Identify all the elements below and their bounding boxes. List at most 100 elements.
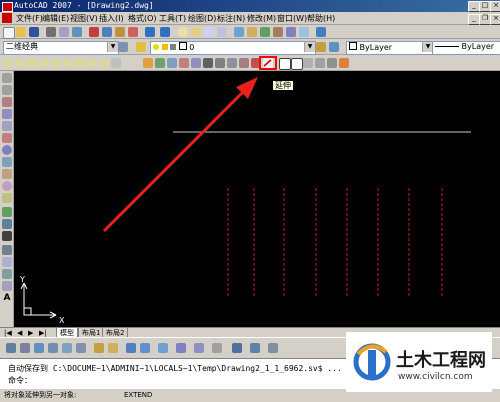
pan-icon[interactable] <box>178 27 188 37</box>
tab-first-arrow-icon[interactable]: |◀ <box>4 329 12 337</box>
close-button[interactable]: × <box>490 1 500 12</box>
dimension-arc-icon[interactable] <box>34 343 44 353</box>
tab-prev-arrow-icon[interactable]: ◀ <box>17 329 22 337</box>
zoom-out-icon[interactable] <box>75 58 85 68</box>
table-icon[interactable] <box>2 281 12 291</box>
zoom-window-icon[interactable] <box>204 27 214 37</box>
menu-draw[interactable]: 绘图(D) <box>188 13 216 24</box>
construction-line-icon[interactable] <box>2 85 12 95</box>
copy-icon[interactable] <box>155 58 165 68</box>
layer-dropdown[interactable]: 0 ▼ <box>150 41 316 55</box>
zoom-previous-icon[interactable] <box>217 27 227 37</box>
markup-icon[interactable] <box>286 27 296 37</box>
preview-icon[interactable] <box>59 27 69 37</box>
scale-icon[interactable] <box>227 58 237 68</box>
make-current-layer-icon[interactable] <box>316 42 326 52</box>
multiline-text-icon[interactable]: A <box>2 293 12 303</box>
move-icon[interactable] <box>203 58 213 68</box>
copy-clip-icon[interactable] <box>102 27 112 37</box>
zoom-center-icon[interactable] <box>39 58 49 68</box>
menu-insert[interactable]: 插入(I) <box>99 13 124 24</box>
erase-icon[interactable] <box>143 58 153 68</box>
dimension-style-control-icon[interactable] <box>268 343 278 353</box>
workspace-settings-icon[interactable] <box>118 42 128 52</box>
menu-help[interactable]: 帮助(H) <box>307 13 335 24</box>
rectangle-icon[interactable] <box>2 121 12 131</box>
cut-icon[interactable] <box>89 27 99 37</box>
revision-cloud-icon[interactable] <box>2 157 12 167</box>
menu-dimension[interactable]: 标注(N) <box>217 13 245 24</box>
zoom-in-icon[interactable] <box>63 58 73 68</box>
polygon-icon[interactable] <box>2 109 12 119</box>
zoom-realtime-icon[interactable] <box>191 27 201 37</box>
fillet-icon[interactable] <box>327 58 337 68</box>
tolerance-icon[interactable] <box>158 343 168 353</box>
zoom-window-icon[interactable] <box>3 58 13 68</box>
dimension-baseline-icon[interactable] <box>108 343 118 353</box>
help-icon[interactable] <box>316 27 326 37</box>
break-icon[interactable] <box>291 58 303 70</box>
dimension-aligned-icon[interactable] <box>20 343 30 353</box>
insert-block-icon[interactable] <box>2 207 12 217</box>
stretch-icon[interactable] <box>239 58 249 68</box>
linetype-dropdown[interactable]: ByLayer <box>432 41 500 55</box>
document-menu-icon[interactable] <box>2 13 12 23</box>
arc-icon[interactable] <box>2 133 12 143</box>
ellipse-icon[interactable] <box>2 181 12 191</box>
dimension-ordinate-icon[interactable] <box>48 343 58 353</box>
extend-icon[interactable] <box>263 58 273 68</box>
properties-icon[interactable] <box>234 27 244 37</box>
hatch-icon[interactable] <box>2 245 12 255</box>
zoom-extents-icon[interactable] <box>99 58 109 68</box>
explode-icon[interactable] <box>339 58 349 68</box>
dimension-linear-icon[interactable] <box>6 343 16 353</box>
dimension-update-icon[interactable] <box>232 343 242 353</box>
break-at-point-icon[interactable] <box>279 58 291 70</box>
undo-icon[interactable] <box>145 27 155 37</box>
menu-modify[interactable]: 修改(M) <box>247 13 276 24</box>
rotate-icon[interactable] <box>215 58 225 68</box>
offset-icon[interactable] <box>179 58 189 68</box>
polyline-icon[interactable] <box>2 97 12 107</box>
layer-previous-icon[interactable] <box>329 42 339 52</box>
chevron-down-icon[interactable]: ▼ <box>107 42 118 52</box>
menu-window[interactable]: 窗口(W) <box>277 13 307 24</box>
save-icon[interactable] <box>29 27 39 37</box>
dimension-edit-icon[interactable] <box>194 343 204 353</box>
join-icon[interactable] <box>303 58 313 68</box>
calculator-icon[interactable] <box>299 27 309 37</box>
ellipse-arc-icon[interactable] <box>2 193 12 203</box>
paste-icon[interactable] <box>115 27 125 37</box>
design-center-icon[interactable] <box>247 27 257 37</box>
quick-dimension-icon[interactable] <box>94 343 104 353</box>
color-dropdown[interactable]: ByLayer ▼ <box>346 41 434 55</box>
new-icon[interactable] <box>3 27 15 39</box>
circle-icon[interactable] <box>2 145 12 155</box>
tab-last-arrow-icon[interactable]: ▶| <box>39 329 47 337</box>
region-icon[interactable] <box>2 269 12 279</box>
array-icon[interactable] <box>191 58 201 68</box>
tab-next-arrow-icon[interactable]: ▶ <box>28 329 33 337</box>
open-icon[interactable] <box>16 27 26 37</box>
chamfer-icon[interactable] <box>315 58 325 68</box>
menu-edit[interactable]: 编辑(E) <box>42 13 69 24</box>
center-mark-icon[interactable] <box>176 343 186 353</box>
tool-palettes-icon[interactable] <box>260 27 270 37</box>
mirror-icon[interactable] <box>167 58 177 68</box>
zoom-scale-icon[interactable] <box>27 58 37 68</box>
dimension-radius-icon[interactable] <box>62 343 72 353</box>
doc-close-button[interactable]: × <box>490 14 500 25</box>
gradient-icon[interactable] <box>2 257 12 267</box>
line-icon[interactable] <box>2 73 12 83</box>
dimension-style-icon[interactable] <box>250 343 260 353</box>
point-icon[interactable] <box>2 231 12 241</box>
chevron-down-icon[interactable]: ▼ <box>304 42 315 52</box>
menu-format[interactable]: 格式(O) <box>128 13 157 24</box>
redo-icon[interactable] <box>160 27 170 37</box>
layer-manager-icon[interactable] <box>136 42 146 52</box>
zoom-object-icon[interactable] <box>51 58 61 68</box>
dimension-diameter-icon[interactable] <box>76 343 86 353</box>
match-properties-icon[interactable] <box>128 27 138 37</box>
menu-file[interactable]: 文件(F) <box>16 13 43 24</box>
spline-icon[interactable] <box>2 169 12 179</box>
